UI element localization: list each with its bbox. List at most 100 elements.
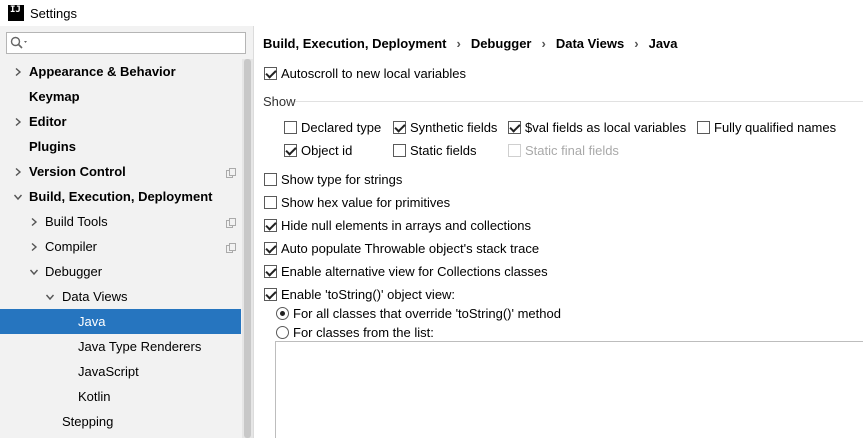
breadcrumb-item-java: Java xyxy=(648,35,678,51)
for-all-classes-that-override-tostring-method-label: For all classes that override 'toString(… xyxy=(293,305,561,321)
tree-item-label: Version Control xyxy=(29,164,126,179)
show-group-label: Show xyxy=(263,94,296,109)
hide-null-elements-in-arrays-and-collections-label: Hide null elements in arrays and collect… xyxy=(281,217,532,233)
sidebar-scroll-thumb[interactable] xyxy=(244,59,251,438)
breadcrumb-item-data-views: Data Views xyxy=(555,35,625,51)
tree-item-java[interactable]: Java xyxy=(0,309,241,334)
enable-alternative-view-for-collections-classes-label: Enable alternative view for Collections … xyxy=(281,263,548,279)
static-final-fields-label: Static final fields xyxy=(525,142,619,158)
declared-type-checkbox[interactable] xyxy=(284,120,297,134)
breadcrumb-separator: › xyxy=(634,35,639,51)
for-all-classes-that-override-tostring-method-radio[interactable] xyxy=(276,306,289,320)
tree-item-label: Java xyxy=(78,314,106,329)
enable-tostring-object-view-checkbox-row[interactable]: Enable 'toString()' object view: xyxy=(264,285,455,303)
tree-item-plugins[interactable]: Plugins xyxy=(0,134,241,159)
for-classes-from-the-list-radio[interactable] xyxy=(276,325,289,339)
auto-populate-throwable-object-s-stack-trace-checkbox-row[interactable]: Auto populate Throwable object's stack t… xyxy=(264,239,539,257)
tree-item-compiler[interactable]: Compiler xyxy=(0,234,241,259)
object-id-checkbox-row[interactable]: Object id xyxy=(284,141,352,159)
chevron-right-icon[interactable] xyxy=(13,67,23,77)
breadcrumb-item-debugger: Debugger xyxy=(470,35,532,51)
settings-search-input[interactable] xyxy=(6,32,246,54)
declared-type-checkbox-row[interactable]: Declared type xyxy=(284,118,381,136)
tree-item-keymap[interactable]: Keymap xyxy=(0,84,241,109)
chevron-down-icon[interactable] xyxy=(13,192,23,202)
fully-qualified-names-checkbox-row[interactable]: Fully qualified names xyxy=(697,118,836,136)
val-fields-as-local-variables-label: $val fields as local variables xyxy=(525,119,687,135)
tree-item-stepping[interactable]: Stepping xyxy=(0,409,241,434)
show-type-for-strings-checkbox-row[interactable]: Show type for strings xyxy=(264,170,402,188)
settings-content: Build, Execution, Deployment › Debugger › Da… xyxy=(255,26,863,438)
chevron-right-icon[interactable] xyxy=(13,117,23,127)
tree-item-label: Build Tools xyxy=(45,214,108,229)
tree-item-build-execution-deployment[interactable]: Build, Execution, Deployment xyxy=(0,184,241,209)
hide-null-elements-in-arrays-and-collections-checkbox[interactable] xyxy=(264,218,277,232)
breadcrumb-separator: › xyxy=(541,35,546,51)
tree-item-label: Java Type Renderers xyxy=(78,339,202,354)
chevron-down-icon[interactable] xyxy=(29,267,39,277)
static-fields-checkbox-row[interactable]: Static fields xyxy=(393,141,476,159)
tree-item-build-tools[interactable]: Build Tools xyxy=(0,209,241,234)
enable-alternative-view-for-collections-classes-checkbox-row[interactable]: Enable alternative view for Collections … xyxy=(264,262,548,280)
chevron-right-icon[interactable] xyxy=(29,217,39,227)
synthetic-fields-checkbox[interactable] xyxy=(393,120,406,134)
tree-item-appearance-behavior[interactable]: Appearance & Behavior xyxy=(0,59,241,84)
tree-item-label: Appearance & Behavior xyxy=(29,64,176,79)
tree-item-kotlin[interactable]: Kotlin xyxy=(0,384,241,409)
object-id-checkbox[interactable] xyxy=(284,143,297,157)
settings-sidebar: Appearance & Behavior Keymap Editor Plugins… xyxy=(0,26,254,438)
synthetic-fields-checkbox-row[interactable]: Synthetic fields xyxy=(393,118,497,136)
synthetic-fields-label: Synthetic fields xyxy=(410,119,498,135)
tree-item-label: JavaScript xyxy=(78,364,139,379)
auto-populate-throwable-object-s-stack-trace-checkbox[interactable] xyxy=(264,241,277,255)
tree-item-javascript[interactable]: JavaScript xyxy=(0,359,241,384)
autoscroll-checkbox-row[interactable]: Autoscroll to new local variables xyxy=(264,64,466,82)
tree-item-java-type-renderers[interactable]: Java Type Renderers xyxy=(0,334,241,359)
breadcrumb-separator: › xyxy=(456,35,461,51)
title-bar: IJ Settings xyxy=(0,0,863,26)
settings-tree: Appearance & Behavior Keymap Editor Plugins… xyxy=(0,59,241,438)
tree-item-label: Debugger xyxy=(45,264,103,279)
tree-item-editor[interactable]: Editor xyxy=(0,109,241,134)
val-fields-as-local-variables-checkbox[interactable] xyxy=(508,120,521,134)
auto-populate-throwable-object-s-stack-trace-label: Auto populate Throwable object's stack t… xyxy=(281,240,540,256)
hide-null-elements-in-arrays-and-collections-checkbox-row[interactable]: Hide null elements in arrays and collect… xyxy=(264,216,531,234)
enable-tostring-object-view-label: Enable 'toString()' object view: xyxy=(281,286,456,302)
search-icon[interactable] xyxy=(10,35,30,51)
show-hex-value-for-primitives-checkbox[interactable] xyxy=(264,195,277,209)
val-fields-as-local-variables-checkbox-row[interactable]: $val fields as local variables xyxy=(508,118,686,136)
tree-item-label: Build, Execution, Deployment xyxy=(29,189,213,204)
project-level-icon xyxy=(226,166,236,178)
show-type-for-strings-checkbox[interactable] xyxy=(264,172,277,186)
static-final-fields-checkbox-row: Static final fields xyxy=(508,141,619,159)
for-all-classes-that-override-tostring-method-radio-row[interactable]: For all classes that override 'toString(… xyxy=(276,304,561,322)
static-fields-checkbox[interactable] xyxy=(393,143,406,157)
tree-item-label: Editor xyxy=(29,114,67,129)
tree-item-debugger[interactable]: Debugger xyxy=(0,259,241,284)
tree-item-data-views[interactable]: Data Views xyxy=(0,284,241,309)
chevron-right-icon[interactable] xyxy=(13,167,23,177)
tree-item-label: Data Views xyxy=(62,289,128,304)
show-hex-value-for-primitives-checkbox-row[interactable]: Show hex value for primitives xyxy=(264,193,450,211)
for-classes-from-the-list-label: For classes from the list: xyxy=(293,324,434,340)
show-type-for-strings-label: Show type for strings xyxy=(281,171,403,187)
enable-tostring-object-view-checkbox[interactable] xyxy=(264,287,277,301)
autoscroll-checkbox[interactable] xyxy=(264,66,277,80)
enable-alternative-view-for-collections-classes-checkbox[interactable] xyxy=(264,264,277,278)
window-title: Settings xyxy=(30,5,77,21)
intellij-app-icon: IJ xyxy=(8,5,24,21)
breadcrumb-item-build-execution-deployment: Build, Execution, Deployment xyxy=(263,35,447,51)
chevron-right-icon[interactable] xyxy=(29,242,39,252)
sidebar-scrollbar[interactable] xyxy=(242,59,253,438)
autoscroll-label: Autoscroll to new local variables xyxy=(281,65,466,81)
tree-item-version-control[interactable]: Version Control xyxy=(0,159,241,184)
chevron-down-icon[interactable] xyxy=(45,292,55,302)
show-hex-value-for-primitives-label: Show hex value for primitives xyxy=(281,194,451,210)
for-classes-from-the-list-radio-row[interactable]: For classes from the list: xyxy=(276,323,434,341)
tree-item-label: Keymap xyxy=(29,89,80,104)
fully-qualified-names-checkbox[interactable] xyxy=(697,120,710,134)
tree-item-label: Kotlin xyxy=(78,389,111,404)
static-fields-label: Static fields xyxy=(410,142,477,158)
declared-type-label: Declared type xyxy=(301,119,382,135)
tostring-classes-list[interactable] xyxy=(275,341,863,438)
